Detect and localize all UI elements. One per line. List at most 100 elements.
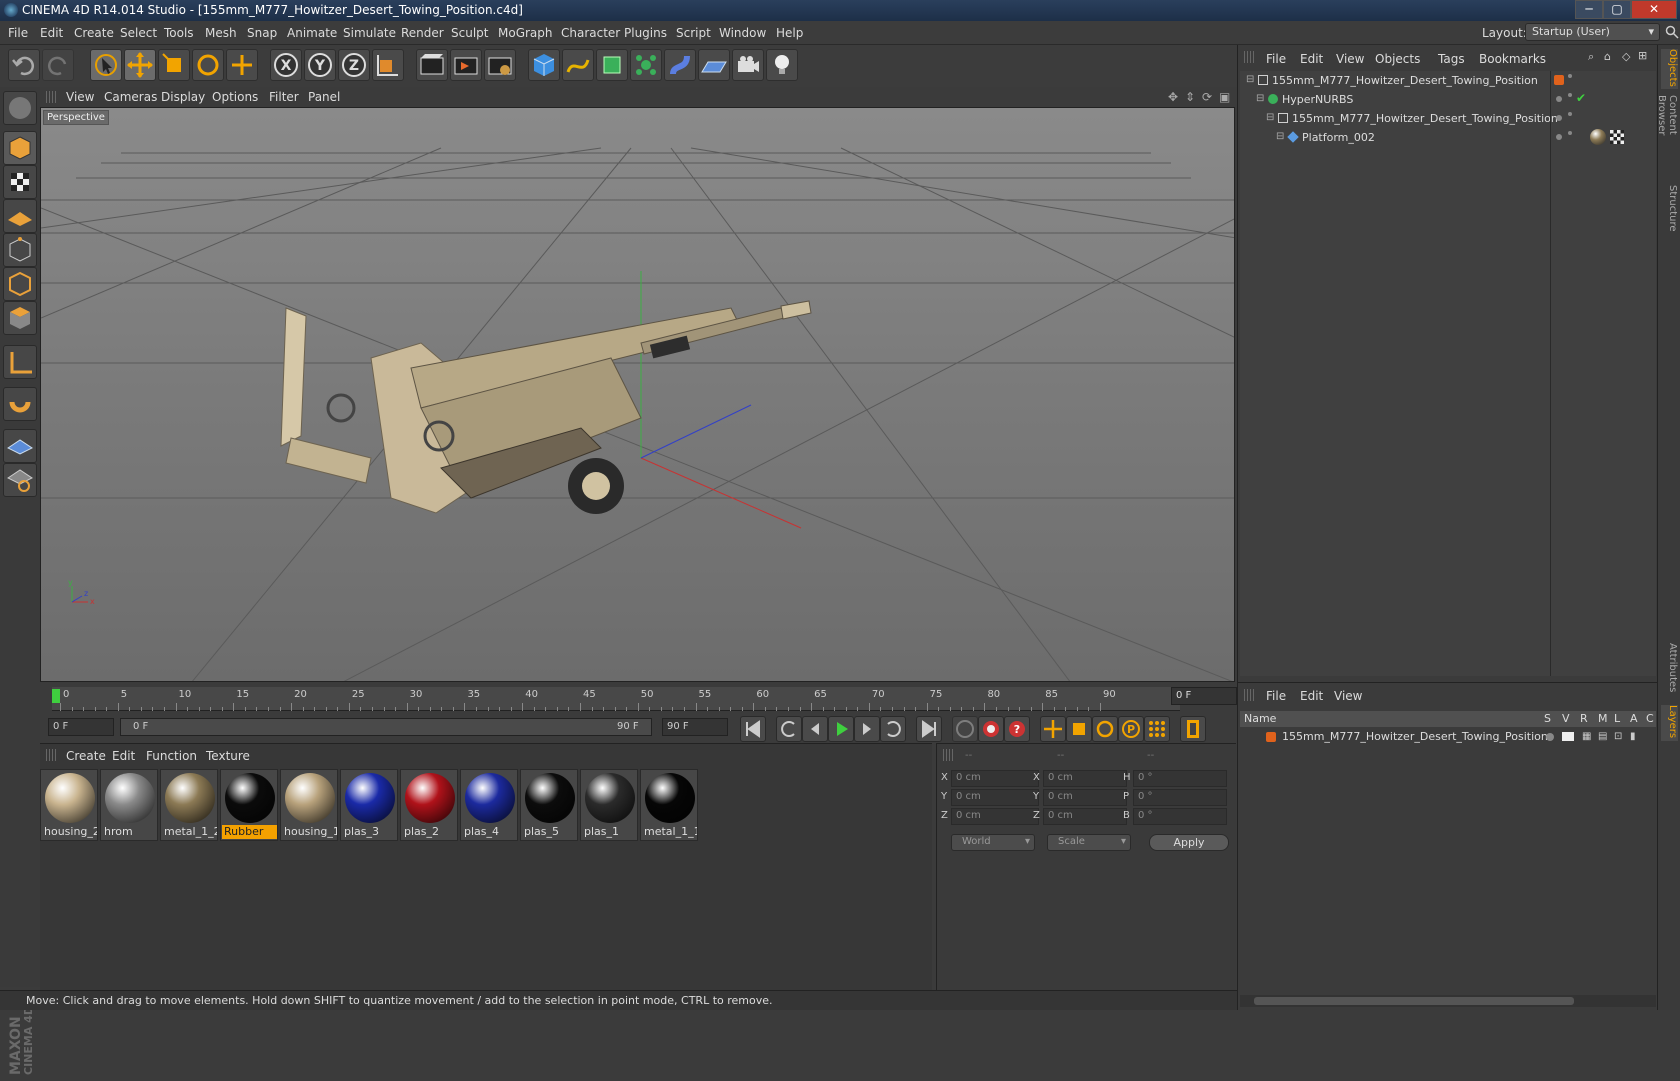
column-separator[interactable] [1550, 71, 1551, 676]
menu-mograph[interactable]: MoGraph [498, 26, 553, 40]
home-icon[interactable]: ⌂ [1604, 50, 1611, 63]
point-level-animation-icon[interactable] [1144, 716, 1170, 742]
layer-hscrollbar[interactable] [1240, 995, 1656, 1007]
material-swatch[interactable]: housing_1 [280, 769, 338, 841]
material-menu-function[interactable]: Function [146, 749, 197, 763]
object-row[interactable]: ⊟ HyperNURBS ✔ [1240, 90, 1656, 109]
layer-col-manager[interactable]: M [1598, 712, 1608, 725]
render-visibility-dot[interactable] [1568, 93, 1572, 97]
rotate-icon[interactable] [192, 49, 224, 81]
redo-icon[interactable] [42, 49, 74, 81]
render-visibility-dot[interactable] [1568, 112, 1572, 116]
material-swatch[interactable]: housing_2 [40, 769, 98, 841]
layer-col-render[interactable]: R [1580, 712, 1588, 725]
layer-solo-dot[interactable] [1546, 733, 1554, 741]
render-visibility-dot[interactable] [1568, 131, 1572, 135]
material-swatch[interactable]: plas_1 [580, 769, 638, 841]
viewport-menu-display[interactable]: Display [161, 90, 205, 104]
make-editable-icon[interactable] [3, 91, 37, 125]
object-row[interactable]: ⊟ Platform_002 [1240, 128, 1656, 147]
material-menu-edit[interactable]: Edit [112, 749, 135, 763]
close-button[interactable]: ✕ [1631, 0, 1677, 19]
y-axis-icon[interactable]: Y [304, 49, 336, 81]
material-menu-create[interactable]: Create [66, 749, 106, 763]
viewport-nav-move-icon[interactable]: ✥ [1168, 90, 1178, 104]
current-frame-field[interactable]: 0 F [1171, 687, 1237, 705]
layer-col-solo[interactable]: S [1544, 712, 1551, 725]
coord-value-field[interactable]: 0 cm [951, 808, 1039, 825]
minimize-button[interactable]: ─ [1575, 0, 1603, 19]
3d-viewport[interactable]: Perspective y x z [40, 107, 1235, 682]
record-active-objects-icon[interactable] [952, 716, 978, 742]
expand-toggle-icon[interactable]: ⊟ [1256, 93, 1264, 104]
manager-icon[interactable]: ▤ [1598, 731, 1607, 742]
material-swatch[interactable]: hrom [100, 769, 158, 841]
layer-menu-edit[interactable]: Edit [1300, 689, 1323, 703]
live-selection-icon[interactable] [90, 49, 122, 81]
locked-workplane-icon[interactable] [3, 429, 37, 463]
timeline-window-icon[interactable] [1180, 716, 1206, 742]
coord-value-field[interactable]: 0 cm [1043, 789, 1127, 806]
play-forward-icon[interactable] [828, 716, 854, 742]
object-name[interactable]: 155mm_M777_Howitzer_Desert_Towing_Positi… [1292, 112, 1558, 125]
cube-icon[interactable] [528, 49, 560, 81]
expand-toggle-icon[interactable]: ⊟ [1276, 131, 1284, 142]
polygons-mode-icon[interactable] [3, 301, 37, 335]
light-icon[interactable] [766, 49, 798, 81]
menu-window[interactable]: Window [719, 26, 766, 40]
expand-toggle-icon[interactable]: ⊟ [1266, 112, 1274, 123]
coord-transform-dropdown[interactable]: Scale ▾ [1047, 834, 1131, 851]
previous-frame-icon[interactable] [802, 716, 828, 742]
frame-range-slider[interactable]: 0 F 90 F [120, 718, 652, 736]
viewport-maximize-icon[interactable]: ▣ [1219, 90, 1230, 104]
editor-visibility-dot[interactable] [1556, 96, 1562, 102]
render-visibility-dot[interactable] [1568, 74, 1572, 78]
viewport-menu-options[interactable]: Options [212, 90, 258, 104]
eye-icon[interactable] [1562, 732, 1574, 741]
material-swatch[interactable]: plas_3 [340, 769, 398, 841]
object-menu-view[interactable]: View [1336, 52, 1364, 66]
menu-tools[interactable]: Tools [164, 26, 194, 40]
menu-file[interactable]: File [8, 26, 28, 40]
render-view-icon[interactable] [416, 49, 448, 81]
layer-col-generators[interactable]: C [1646, 712, 1654, 725]
undo-icon[interactable] [8, 49, 40, 81]
tab-layers[interactable]: Layers [1661, 705, 1678, 741]
tweak-snap-icon[interactable] [3, 387, 37, 421]
model-mode-icon[interactable] [3, 131, 37, 165]
coord-mode-dropdown[interactable]: World ▾ [951, 834, 1035, 851]
viewport-menu-view[interactable]: View [66, 90, 94, 104]
search-icon[interactable] [1665, 25, 1679, 39]
viewport-nav-zoom-icon[interactable]: ⇕ [1185, 90, 1195, 104]
scale-icon[interactable] [158, 49, 190, 81]
menu-sculpt[interactable]: Sculpt [451, 26, 488, 40]
edit-render-settings-icon[interactable] [484, 49, 516, 81]
layout-dropdown[interactable]: Startup (User) ▾ [1525, 23, 1660, 41]
object-menu-tags[interactable]: Tags [1438, 52, 1465, 66]
render-picture-viewer-icon[interactable] [450, 49, 482, 81]
tab-structure[interactable]: Structure [1661, 185, 1678, 235]
menu-select[interactable]: Select [120, 26, 157, 40]
spline-pen-icon[interactable] [562, 49, 594, 81]
layer-tag-icon[interactable] [1554, 75, 1564, 85]
viewport-nav-rotate-icon[interactable]: ⟳ [1202, 90, 1212, 104]
material-swatch[interactable]: plas_2 [400, 769, 458, 841]
planar-workplane-icon[interactable] [3, 463, 37, 497]
edges-mode-icon[interactable] [3, 267, 37, 301]
parameter-track-icon[interactable]: P [1118, 716, 1144, 742]
render-icon[interactable]: ▦ [1582, 731, 1591, 742]
object-list[interactable]: ⊟ 155mm_M777_Howitzer_Desert_Towing_Posit… [1240, 71, 1656, 676]
material-swatch[interactable]: Rubber [220, 769, 278, 841]
layer-col-animation[interactable]: A [1630, 712, 1638, 725]
next-keyframe-icon[interactable] [880, 716, 906, 742]
animation-icon[interactable]: ▮ [1630, 731, 1636, 742]
layer-col-name[interactable]: Name [1244, 712, 1276, 725]
object-name[interactable]: Platform_002 [1302, 131, 1375, 144]
autokeying-icon[interactable] [978, 716, 1004, 742]
layer-menu-view[interactable]: View [1334, 689, 1362, 703]
menu-create[interactable]: Create [74, 26, 114, 40]
coord-value-field[interactable]: 0 cm [1043, 808, 1127, 825]
layer-name[interactable]: 155mm_M777_Howitzer_Desert_Towing_Positi… [1282, 730, 1548, 743]
menu-edit[interactable]: Edit [40, 26, 63, 40]
menu-simulate[interactable]: Simulate [343, 26, 396, 40]
